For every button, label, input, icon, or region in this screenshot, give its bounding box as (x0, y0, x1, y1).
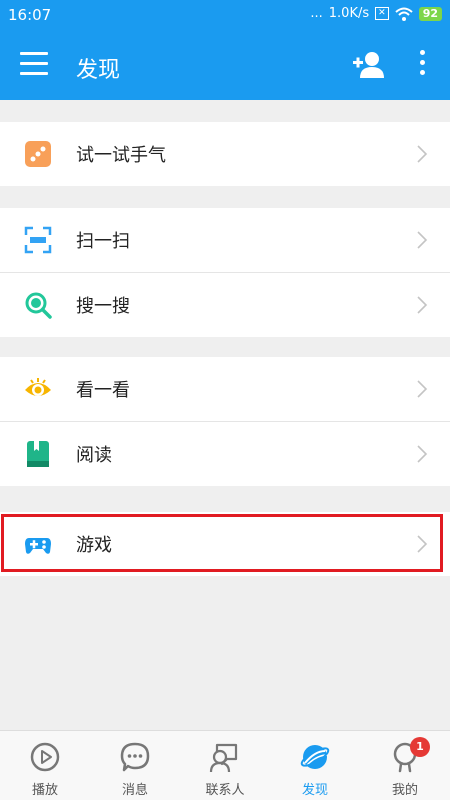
chevron-right-icon (417, 445, 428, 463)
wifi-icon (395, 7, 413, 21)
nav-tab-discover[interactable]: 发现 (270, 731, 360, 800)
dice-icon (25, 141, 51, 167)
scan-icon (24, 226, 52, 254)
nav-tab-play[interactable]: 播放 (0, 731, 90, 800)
nav-label: 消息 (121, 783, 148, 798)
gamepad-icon (25, 538, 51, 554)
eye-icon (25, 378, 51, 396)
status-time: 16:07 (8, 6, 52, 24)
nav-label: 发现 (301, 783, 328, 798)
list-item-label: 阅读 (76, 445, 112, 466)
chevron-right-icon (417, 296, 428, 314)
chat-bubble-icon (120, 742, 150, 772)
list-item-label: 搜一搜 (76, 296, 130, 317)
nav-tab-me[interactable]: 1 我的 (360, 731, 450, 800)
list-item-label: 试一试手气 (76, 145, 166, 166)
network-speed: 1.0K/s (328, 6, 370, 21)
nav-label: 播放 (31, 783, 58, 798)
list-item-try-luck[interactable]: 试一试手气 (0, 122, 450, 186)
list-item-label: 扫一扫 (76, 231, 130, 252)
status-indicators: ... 1.0K/s ✕ 92 (310, 6, 442, 21)
add-friend-button[interactable] (352, 50, 386, 80)
bottom-nav: 播放 消息 联系人 发现 1 我的 (0, 730, 450, 800)
menu-button[interactable] (20, 52, 48, 78)
list-item-label: 看一看 (76, 380, 130, 401)
search-icon (25, 292, 52, 319)
sim-x-icon: ✕ (375, 7, 389, 20)
planet-icon (300, 745, 330, 769)
list-item-label: 游戏 (76, 535, 112, 556)
status-dots: ... (310, 6, 323, 21)
chevron-right-icon (417, 145, 428, 163)
status-bar: 16:07 ... 1.0K/s ✕ 92 (0, 0, 450, 30)
more-options-button[interactable] (412, 50, 432, 80)
list-item-read[interactable]: 阅读 (0, 422, 450, 486)
nav-tab-contacts[interactable]: 联系人 (180, 731, 270, 800)
page-title: 发现 (76, 58, 121, 83)
list-item-game[interactable]: 游戏 (0, 512, 450, 576)
chevron-right-icon (417, 535, 428, 553)
notification-badge: 1 (410, 737, 430, 757)
app-bar: 发现 (0, 30, 450, 100)
nav-label: 我的 (391, 783, 418, 798)
battery-indicator: 92 (418, 6, 442, 21)
list-item-scan[interactable]: 扫一扫 (0, 208, 450, 272)
nav-tab-messages[interactable]: 消息 (90, 731, 180, 800)
list-item-search[interactable]: 搜一搜 (0, 273, 450, 337)
nav-label: 联系人 (205, 783, 245, 798)
book-icon (27, 441, 49, 467)
chevron-right-icon (417, 380, 428, 398)
chevron-right-icon (417, 231, 428, 249)
contacts-icon (209, 743, 238, 773)
play-icon (30, 742, 60, 772)
list-item-look[interactable]: 看一看 (0, 357, 450, 421)
